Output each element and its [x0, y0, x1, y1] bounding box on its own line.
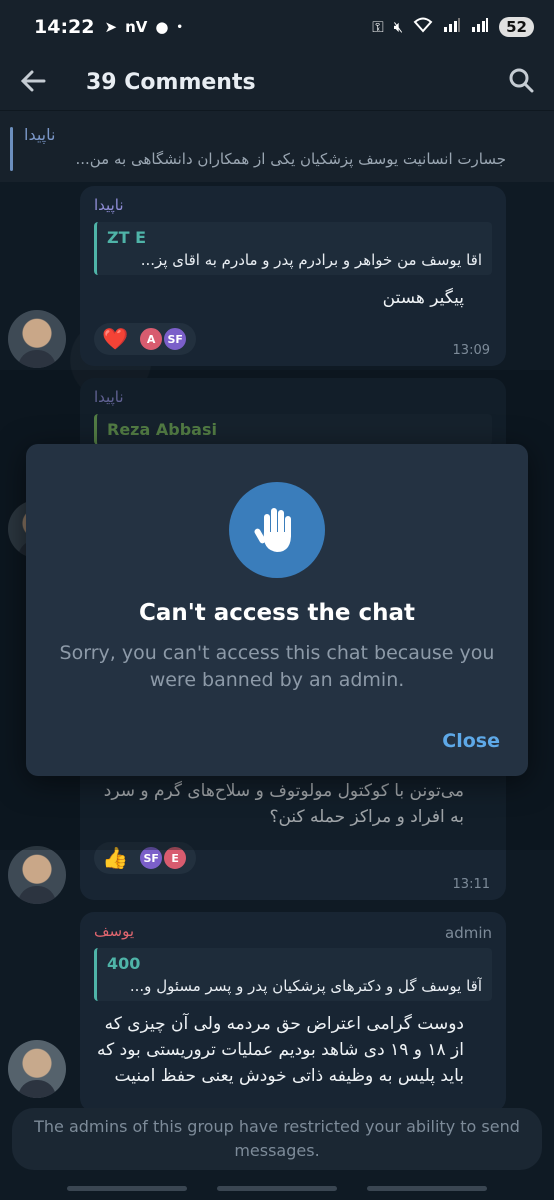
restriction-notice: The admins of this group have restricted… — [12, 1108, 542, 1170]
reactor-avatar: A — [138, 326, 165, 352]
message-author[interactable]: ناپیدا — [94, 196, 492, 214]
avatar[interactable] — [8, 846, 66, 904]
reactor-avatar: SF — [162, 326, 189, 352]
pinned-message[interactable]: ناپیدا جسارت انسانیت یوسف پزشکیان یکی از… — [0, 110, 554, 182]
mute-icon: 🔇︎ — [393, 18, 404, 36]
dot-icon: • — [176, 21, 183, 33]
dialog-message: Sorry, you can't access this chat becaus… — [59, 642, 495, 691]
gesture-bar — [0, 1176, 554, 1200]
message-time: 13:09 — [452, 343, 490, 358]
telegram-icon: ➤ — [104, 18, 118, 36]
message-time: 13:11 — [452, 877, 490, 892]
admin-badge: admin — [445, 924, 492, 942]
message-text: پیگیر هستن — [382, 288, 464, 308]
dialog-title: Can't access the chat — [138, 600, 416, 626]
message-author[interactable]: یوسف — [94, 922, 492, 940]
reply-quote[interactable]: ZT E اقا یوسف من خواهر و برادرم پدر و ما… — [94, 222, 492, 275]
reactions[interactable]: ❤️ A SF — [94, 323, 197, 355]
signal-icon — [443, 17, 461, 37]
quote-author: 400 — [107, 954, 141, 973]
status-bar: 14:22 ➤ nV ● • ⚿ 🔇︎ 52 — [0, 0, 554, 54]
quote-author: ZT E — [107, 228, 147, 247]
signal-icon-2 — [471, 17, 489, 37]
status-time: 14:22 — [34, 16, 95, 38]
message-text: دوست گرامی اعتراض حق مردمه ولی آن چیزی ک… — [97, 1014, 464, 1093]
hand-stop-icon — [229, 482, 325, 578]
pinned-text: جسارت انسانیت یوسف پزشکیان یکی از همکارا… — [75, 150, 506, 168]
search-icon[interactable] — [508, 67, 534, 97]
back-arrow-icon[interactable] — [20, 66, 60, 99]
avatar[interactable] — [8, 310, 66, 368]
message-bubble[interactable]: ناپیدا ZT E اقا یوسف من خواهر و برادرم پ… — [80, 186, 506, 366]
battery-level: 52 — [499, 17, 534, 37]
access-denied-dialog: Can't access the chat Sorry, you can't a… — [26, 444, 528, 776]
key-icon: ⚿ — [372, 18, 384, 36]
app-label: nV — [125, 18, 148, 36]
wifi-icon — [413, 17, 433, 37]
avatar[interactable] — [8, 1040, 66, 1098]
quote-text: اقا یوسف من خواهر و برادرم پدر و مادرم ب… — [140, 251, 482, 269]
chat-header: 39 Comments — [0, 54, 554, 110]
heart-reaction[interactable]: ❤️ — [102, 327, 128, 352]
page-title: 39 Comments — [86, 69, 256, 95]
message-bubble[interactable]: یوسف admin 400 آقا یوسف گل و دکترهای پزش… — [80, 912, 506, 1112]
reply-quote[interactable]: 400 آقا یوسف گل و دکترهای پزشکیان پدر و … — [94, 948, 492, 1001]
pinned-bar — [10, 127, 13, 171]
close-button[interactable]: Close — [442, 730, 500, 752]
bag-icon: ● — [155, 18, 169, 36]
quote-text: آقا یوسف گل و دکترهای پزشکیان پدر و پسر … — [129, 977, 482, 995]
pinned-author: ناپیدا — [24, 125, 56, 144]
